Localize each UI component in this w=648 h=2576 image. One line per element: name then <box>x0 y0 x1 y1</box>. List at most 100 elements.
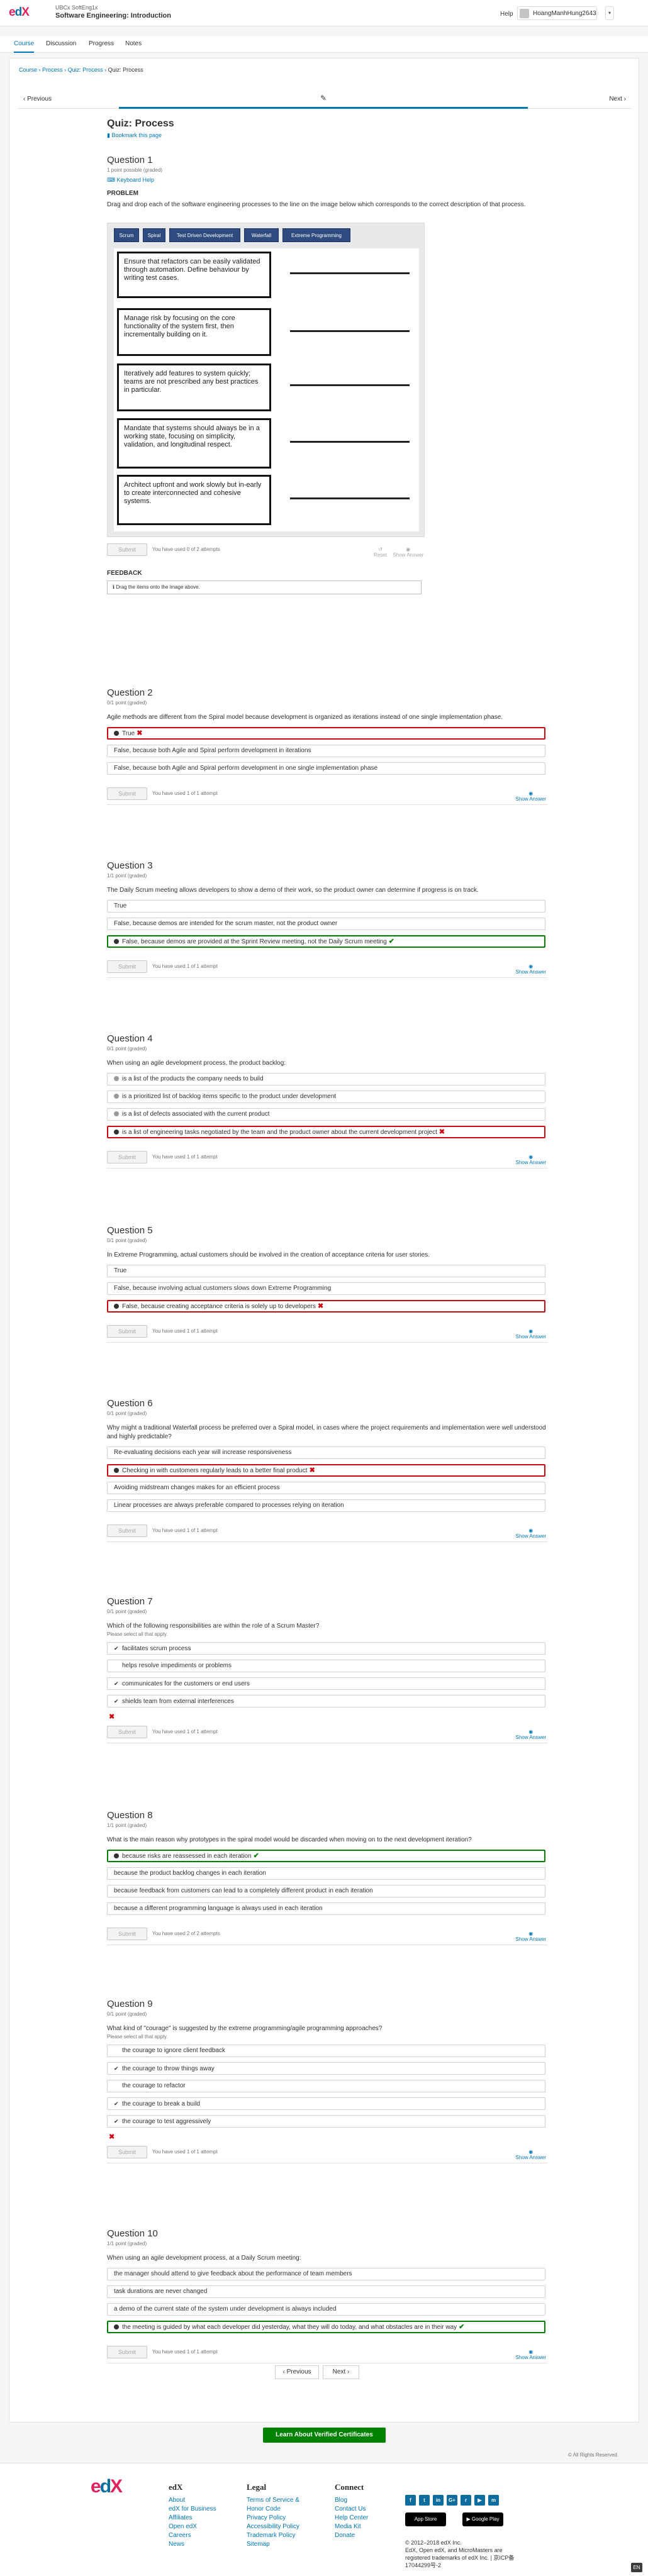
answer-option[interactable]: task durations are never changed <box>107 2285 545 2298</box>
footer-link[interactable]: Terms of Service & <box>247 2496 299 2505</box>
linkedin-icon[interactable]: in <box>433 2495 444 2506</box>
drag-item-spiral[interactable]: Spiral <box>143 228 165 242</box>
answer-option[interactable]: Linear processes are always preferable c… <box>107 1499 545 1512</box>
bottom-next-button[interactable]: Next › <box>323 2365 359 2379</box>
tab-notes[interactable]: Notes <box>125 40 142 47</box>
chevron-down-icon[interactable]: ▾ <box>605 6 614 20</box>
answer-option[interactable]: False, because both Agile and Spiral per… <box>107 745 545 757</box>
answer-option[interactable]: the courage to refactor <box>107 2080 545 2092</box>
show-answer-button[interactable]: ◉ Show Answer <box>516 791 546 802</box>
footer-edx-logo[interactable]: edX <box>91 2476 123 2497</box>
reset-button[interactable]: ↺ Reset <box>374 547 387 558</box>
footer-link[interactable]: News <box>169 2540 216 2549</box>
language-button[interactable]: EN <box>631 2563 642 2572</box>
footer-link[interactable]: Contact Us <box>335 2505 368 2514</box>
footer-link[interactable]: Media Kit <box>335 2523 368 2531</box>
answer-option[interactable]: True <box>107 900 545 913</box>
answer-option[interactable]: the manager should attend to give feedba… <box>107 2268 545 2280</box>
verified-certificate-button[interactable]: Learn About Verified Certificates <box>263 2428 386 2443</box>
submit-button[interactable]: Submit <box>107 1726 147 1738</box>
tab-progress[interactable]: Progress <box>89 40 114 47</box>
answer-option[interactable]: ✔ communicates for the customers or end u… <box>107 1677 545 1690</box>
breadcrumb-section[interactable]: Process <box>42 67 63 73</box>
answer-option[interactable]: is a list of engineering tasks negotiate… <box>107 1126 545 1138</box>
tab-course[interactable]: Course <box>14 40 35 53</box>
footer-link[interactable]: Help Center <box>335 2514 368 2523</box>
footer-link[interactable]: Blog <box>335 2496 368 2505</box>
answer-option[interactable]: False, because both Agile and Spiral per… <box>107 762 545 775</box>
app-store-badge[interactable]: App Store <box>405 2512 446 2526</box>
answer-option[interactable]: helps resolve impediments or problems <box>107 1660 545 1672</box>
drop-line[interactable] <box>290 384 410 386</box>
edx-logo[interactable]: edX <box>9 6 39 21</box>
drag-item-scrum[interactable]: Scrum <box>114 228 139 242</box>
answer-option[interactable]: False, because creating acceptance crite… <box>107 1300 545 1313</box>
facebook-icon[interactable]: f <box>405 2495 416 2506</box>
drag-item-xp[interactable]: Extreme Programming <box>282 228 350 242</box>
submit-button[interactable]: Submit <box>107 1928 147 1940</box>
meetup-icon[interactable]: m <box>488 2495 499 2506</box>
drop-line[interactable] <box>290 272 410 274</box>
submit-button[interactable]: Submit <box>107 543 147 556</box>
answer-option[interactable]: ✔ facilitates scrum process <box>107 1642 545 1655</box>
footer-link[interactable]: Honor Code <box>247 2505 299 2514</box>
footer-link[interactable]: Affiliates <box>169 2514 216 2523</box>
answer-option[interactable]: the courage to ignore client feedback <box>107 2045 545 2057</box>
footer-link[interactable]: Sitemap <box>247 2540 299 2549</box>
breadcrumb-course[interactable]: Course <box>19 67 37 73</box>
footer-link[interactable]: Privacy Policy <box>247 2514 299 2523</box>
answer-option[interactable]: is a list of defects associated with the… <box>107 1108 545 1121</box>
answer-option[interactable]: False, because demos are provided at the… <box>107 935 545 948</box>
show-answer-button[interactable]: ◉ Show Answer <box>516 1931 546 1942</box>
submit-button[interactable]: Submit <box>107 2346 147 2358</box>
submit-button[interactable]: Submit <box>107 1524 147 1537</box>
drag-item-waterfall[interactable]: Waterfall <box>244 228 279 242</box>
show-answer-button[interactable]: ◉ Show Answer <box>516 963 546 975</box>
footer-link[interactable]: Accessibility Policy <box>247 2523 299 2531</box>
answer-option[interactable]: ✔ the courage to break a build <box>107 2097 545 2110</box>
answer-option[interactable]: False, because demos are intended for th… <box>107 918 545 930</box>
answer-option[interactable]: the meeting is guided by what each devel… <box>107 2321 545 2333</box>
drop-line[interactable] <box>290 330 410 332</box>
footer-link[interactable]: About <box>169 2496 216 2505</box>
user-menu[interactable]: HoangManhHung2643 <box>517 6 597 20</box>
show-answer-button[interactable]: ◉ Show Answer <box>516 1328 546 1340</box>
answer-option[interactable]: True ✖ <box>107 727 545 740</box>
show-answer-button[interactable]: ◉ Show Answer <box>516 1528 546 1539</box>
footer-link[interactable]: Open edX <box>169 2523 216 2531</box>
submit-button[interactable]: Submit <box>107 960 147 973</box>
drag-item-tdd[interactable]: Test Driven Development <box>169 228 240 242</box>
answer-option[interactable]: because feedback from customers can lead… <box>107 1885 545 1897</box>
footer-link[interactable]: edX for Business <box>169 2505 216 2514</box>
reddit-icon[interactable]: r <box>461 2495 471 2506</box>
footer-link[interactable]: Careers <box>169 2531 216 2540</box>
twitter-icon[interactable]: t <box>419 2495 430 2506</box>
answer-option[interactable]: Checking in with customers regularly lea… <box>107 1464 545 1477</box>
keyboard-help-link[interactable]: ⌨ Keyboard Help <box>107 177 547 184</box>
answer-option[interactable]: Re-evaluating decisions each year will i… <box>107 1446 545 1459</box>
sequence-next-button[interactable]: Next › <box>609 96 626 103</box>
sequence-prev-button[interactable]: ‹ Previous <box>23 96 52 103</box>
footer-link[interactable]: Trademark Policy <box>247 2531 299 2540</box>
answer-option[interactable]: because a different programming language… <box>107 1902 545 1915</box>
answer-option[interactable]: a demo of the current state of the syste… <box>107 2303 545 2316</box>
google-play-badge[interactable]: ▶ Google Play <box>462 2512 503 2526</box>
answer-option[interactable]: because risks are reassessed in each ite… <box>107 1850 545 1862</box>
answer-option[interactable]: True <box>107 1265 545 1277</box>
answer-option[interactable]: ✔ the courage to throw things away <box>107 2062 545 2075</box>
footer-link[interactable]: Donate <box>335 2531 368 2540</box>
submit-button[interactable]: Submit <box>107 1151 147 1163</box>
answer-option[interactable]: ✔ the courage to test aggressively <box>107 2115 545 2128</box>
submit-button[interactable]: Submit <box>107 2146 147 2158</box>
drop-line[interactable] <box>290 497 410 499</box>
show-answer-button[interactable]: ◉ Show Answer <box>516 2149 546 2160</box>
help-link[interactable]: Help <box>500 11 513 18</box>
answer-option[interactable]: ✔ shields team from external interference… <box>107 1695 545 1707</box>
tab-discussion[interactable]: Discussion <box>46 40 76 47</box>
answer-option[interactable]: is a list of the products the company ne… <box>107 1073 545 1085</box>
breadcrumb-subsection[interactable]: Quiz: Process <box>68 67 103 73</box>
show-answer-button[interactable]: ◉ Show Answer <box>516 1154 546 1165</box>
show-answer-button[interactable]: ◉ Show Answer <box>516 2349 546 2360</box>
answer-option[interactable]: False, because involving actual customer… <box>107 1282 545 1295</box>
bookmark-button[interactable]: ▮ Bookmark this page <box>107 132 547 139</box>
